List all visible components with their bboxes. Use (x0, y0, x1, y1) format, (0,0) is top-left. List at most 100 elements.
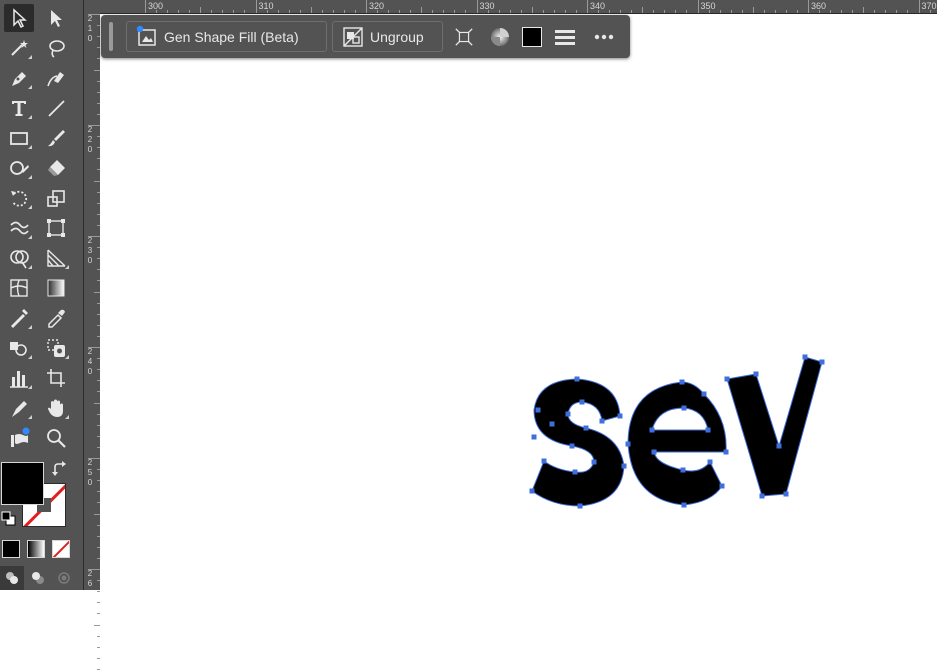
anchor-point[interactable] (680, 467, 686, 473)
anchor-point[interactable] (531, 434, 537, 440)
glyph-v[interactable] (726, 356, 823, 497)
anchor-point[interactable] (719, 483, 725, 489)
warp-tool-icon[interactable] (4, 214, 34, 242)
rectangle-tool-icon[interactable] (4, 124, 34, 152)
anchor-point[interactable] (541, 458, 547, 464)
scale-tool-icon[interactable] (41, 184, 71, 212)
task-bar-drag-handle[interactable] (109, 22, 113, 51)
selected-artwork[interactable] (100, 14, 937, 590)
pen-tool-icon[interactable] (4, 64, 34, 92)
eyedropper-tool-icon[interactable] (41, 304, 71, 332)
hand-tool-icon[interactable] (41, 394, 71, 422)
shape-builder-tool-icon[interactable] (4, 244, 34, 272)
generative-recolor-tool-icon[interactable] (4, 424, 34, 452)
perspective-grid-tool-icon[interactable] (41, 244, 71, 272)
ruler-major-tick (145, 0, 146, 13)
ungroup-icon (342, 26, 364, 48)
anchor-point[interactable] (617, 413, 623, 419)
mesh-tool-icon[interactable] (4, 274, 34, 302)
anchor-point[interactable] (724, 376, 730, 382)
anchor-point[interactable] (819, 359, 825, 365)
paintbrush-tool-icon[interactable] (41, 124, 71, 152)
more-options-icon[interactable] (591, 24, 617, 50)
tools-panel (0, 0, 83, 590)
transform-icon[interactable] (451, 24, 477, 50)
draw-normal-icon[interactable] (0, 566, 24, 590)
gradient-tool-icon[interactable] (41, 274, 71, 302)
artboard-canvas[interactable] (100, 14, 937, 590)
anchor-point[interactable] (625, 441, 631, 447)
fill-swatch[interactable] (1, 462, 44, 505)
draw-inside-icon[interactable] (52, 566, 76, 590)
anchor-point[interactable] (679, 379, 685, 385)
default-fill-stroke-icon[interactable] (1, 511, 16, 526)
draw-behind-icon[interactable] (26, 566, 50, 590)
ruler-minor-tick (763, 10, 765, 13)
ruler-minor-tick (94, 624, 100, 626)
swap-fill-stroke-icon[interactable] (52, 461, 68, 477)
type-tool-icon[interactable] (4, 94, 34, 122)
glyph-e[interactable] (627, 381, 727, 506)
ruler-minor-tick (907, 10, 909, 13)
none-mode-button[interactable] (52, 540, 70, 558)
blend-tool-icon[interactable] (4, 334, 34, 362)
magic-wand-tool-icon[interactable] (4, 34, 34, 62)
free-transform-tool-icon[interactable] (41, 214, 71, 242)
anchor-point[interactable] (681, 405, 687, 411)
fill-color-swatch[interactable] (519, 24, 545, 50)
ruler-label: 2 (87, 14, 93, 23)
ruler-minor-tick (88, 569, 100, 570)
anchor-point[interactable] (681, 502, 687, 508)
anchor-point[interactable] (574, 376, 580, 382)
zoom-tool-icon[interactable] (41, 424, 71, 452)
live-paint-bucket-tool-icon[interactable] (41, 334, 71, 362)
ruler-minor-tick (222, 10, 224, 13)
eyedropper-measure-tool-icon[interactable] (4, 304, 34, 332)
anchor-point[interactable] (591, 459, 597, 465)
anchor-point[interactable] (701, 391, 707, 397)
anchor-point[interactable] (569, 443, 575, 449)
slice-tool-icon[interactable] (4, 394, 34, 422)
recolor-icon[interactable] (487, 24, 513, 50)
anchor-point[interactable] (783, 491, 789, 497)
anchor-point[interactable] (776, 443, 782, 449)
rotate-tool-icon[interactable] (4, 184, 34, 212)
vertical-ruler[interactable]: 21022023024025026 (83, 0, 100, 670)
line-segment-tool-icon[interactable] (41, 94, 71, 122)
anchor-point[interactable] (577, 503, 583, 509)
anchor-point[interactable] (723, 449, 729, 455)
hamburger-menu-icon[interactable] (552, 24, 578, 50)
selection-tool-icon[interactable] (4, 4, 34, 32)
shaper-tool-icon[interactable] (4, 154, 34, 182)
anchor-point[interactable] (707, 459, 713, 465)
gradient-mode-button[interactable] (27, 540, 45, 558)
anchor-point[interactable] (621, 463, 627, 469)
anchor-point[interactable] (651, 449, 657, 455)
ruler-minor-tick (730, 10, 732, 13)
glyph-s[interactable] (531, 378, 625, 507)
anchor-point[interactable] (579, 399, 585, 405)
column-graph-tool-icon[interactable] (4, 364, 34, 392)
anchor-point[interactable] (572, 469, 578, 475)
anchor-point[interactable] (549, 421, 555, 427)
anchor-point[interactable] (599, 418, 605, 424)
eraser-tool-icon[interactable] (41, 154, 71, 182)
ungroup-button[interactable]: Ungroup (332, 21, 443, 52)
anchor-point[interactable] (753, 371, 759, 377)
curvature-tool-icon[interactable] (41, 64, 71, 92)
lasso-tool-icon[interactable] (41, 34, 71, 62)
artboard-tool-icon[interactable] (41, 364, 71, 392)
anchor-point[interactable] (535, 407, 541, 413)
direct-selection-tool-icon[interactable] (41, 4, 71, 32)
anchor-point[interactable] (759, 493, 765, 499)
anchor-point[interactable] (802, 354, 808, 360)
horizontal-ruler[interactable]: 300 310 320 330 340 350 360 370 (100, 0, 937, 14)
color-mode-button[interactable] (2, 540, 20, 558)
anchor-point[interactable] (529, 488, 535, 494)
gen-shape-fill-button[interactable]: Gen Shape Fill (Beta) (126, 21, 327, 52)
anchor-point[interactable] (705, 427, 711, 433)
anchor-point[interactable] (583, 425, 589, 431)
anchor-point[interactable] (565, 411, 571, 417)
anchor-point[interactable] (649, 427, 655, 433)
ruler-minor-tick (88, 125, 100, 126)
